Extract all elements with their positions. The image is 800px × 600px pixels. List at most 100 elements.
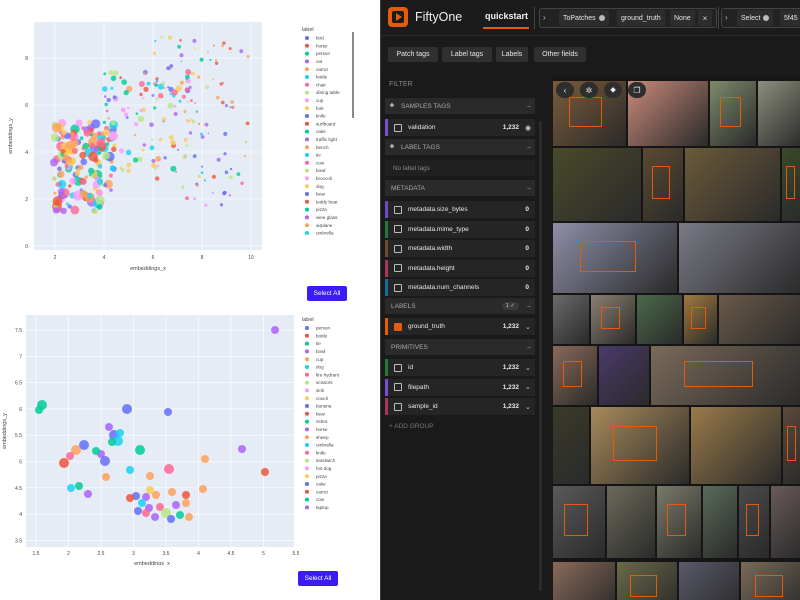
legend-swatch[interactable] [305,419,309,424]
chevron-down-icon[interactable]: ⌄ [525,383,535,391]
scatter-point[interactable] [198,123,201,125]
plot-2-svg[interactable]: 1.5 2 2.5 3 3.5 4 4.5 5 5.5 7.5 7 6.5 6 5.5 5 4.5 4 3.5 em… [0,305,380,565]
legend-swatch[interactable] [305,372,309,377]
scatter-point[interactable] [168,488,176,496]
scatter-point[interactable] [149,122,154,127]
legend-item[interactable]: airplane [316,223,333,228]
scatter-point[interactable] [102,473,110,481]
sample-thumbnail[interactable] [719,295,800,344]
scatter-point[interactable] [211,174,216,179]
sample-thumbnail[interactable] [553,562,615,600]
scatter-point[interactable] [126,494,134,502]
scatter-point[interactable] [109,165,116,172]
scatter-point[interactable] [102,120,107,125]
sample-thumbnail[interactable] [643,148,683,221]
info-icon[interactable] [598,15,605,21]
legend-swatch[interactable] [305,435,309,440]
back-icon[interactable]: ‹ [556,82,574,98]
sample-thumbnail[interactable] [657,486,701,558]
scatter-point[interactable] [166,66,171,71]
scatter-point[interactable] [92,209,98,214]
scatter-point[interactable] [139,109,143,113]
scatter-point[interactable] [153,106,157,110]
legend-item[interactable]: chair [316,82,326,87]
scatter-point[interactable] [245,121,250,126]
scatter-point[interactable] [105,109,109,113]
stage-select[interactable]: Select [737,10,774,26]
scatter-point[interactable] [158,137,163,142]
collapse-icon[interactable]: – [523,185,535,192]
scatter-point[interactable] [126,168,131,173]
sample-thumbnail[interactable] [771,486,800,558]
checkbox[interactable] [394,123,402,132]
sample-thumbnail[interactable] [703,486,737,558]
scatter-point[interactable] [138,499,146,507]
scatter-point[interactable] [158,93,164,99]
legend-item[interactable]: surfboard [316,121,336,126]
legend-swatch[interactable] [305,114,309,118]
scatter-point[interactable] [155,80,159,83]
field-metadata-height[interactable]: metadata.height 0 [385,259,535,277]
collapse-icon[interactable]: – [523,303,535,310]
scatter-point[interactable] [103,95,107,98]
scatter-point[interactable] [205,85,210,90]
scatter-point[interactable] [71,131,75,136]
checkbox-checked[interactable] [394,322,402,331]
stage-field-ground-truth[interactable]: ground_truth [617,10,665,26]
legend-swatch[interactable] [305,184,309,189]
labels-badge[interactable]: 1 ✓ [501,302,519,310]
scatter-point[interactable] [103,72,107,76]
scatter-point[interactable] [185,74,190,80]
scatter-point[interactable] [223,190,227,195]
scatter-point[interactable] [221,44,224,48]
scatter-point[interactable] [155,77,159,81]
legend-item[interactable]: horse [316,43,328,48]
scatter-point[interactable] [143,86,149,92]
legend-item[interactable]: person [316,51,330,56]
stage-none-value[interactable]: None [670,10,695,26]
scatter-point[interactable] [111,146,117,152]
scatter-point[interactable] [68,184,72,188]
scatter-point[interactable] [216,157,221,162]
scatter-point[interactable] [80,178,87,185]
scatter-point[interactable] [185,144,189,148]
scatter-point[interactable] [107,117,110,120]
scatter-point[interactable] [224,104,229,108]
scatter-point[interactable] [175,85,182,92]
field-ground-truth[interactable]: ground_truth 1,232 ⌄ [385,318,535,335]
scatter-point[interactable] [170,165,177,172]
scatter-point[interactable] [135,445,145,455]
scatter-point[interactable] [230,100,235,104]
scatter-point[interactable] [192,154,197,159]
chevron-down-icon[interactable]: ⌄ [525,403,535,411]
sample-thumbnail[interactable] [553,295,589,344]
legend-swatch[interactable] [305,106,309,111]
field-metadata-width[interactable]: metadata.width 0 [385,240,535,257]
checkbox[interactable] [394,283,402,292]
legend-swatch[interactable] [305,59,309,64]
group-primitives[interactable]: PRIMITIVES – [385,339,535,355]
info-icon[interactable] [763,15,770,21]
scatter-point[interactable] [52,176,57,182]
scatter-point[interactable] [146,486,154,494]
group-metadata[interactable]: METADATA – [385,180,535,196]
scatter-point[interactable] [200,135,205,139]
chevron-down-icon[interactable]: ⌄ [525,323,535,331]
legend-swatch[interactable] [305,160,309,165]
legend-swatch[interactable] [305,215,309,220]
sample-thumbnail[interactable] [651,346,800,405]
legend-item[interactable]: cup [316,357,324,362]
legend-swatch[interactable] [305,380,309,385]
plot-1-svg[interactable]: 2 4 6 8 10 8 6 4 2 0 embeddings_x embeddings_y label… [0,0,380,290]
sample-thumbnail[interactable] [783,407,800,484]
sample-thumbnail[interactable] [691,407,781,484]
scatter-point[interactable] [177,44,182,49]
scatter-point[interactable] [182,154,187,159]
legend-swatch[interactable] [305,482,309,486]
scatter-point[interactable] [102,86,108,92]
scatter-point[interactable] [164,408,172,416]
legend-swatch[interactable] [305,443,309,447]
scatter-point[interactable] [35,406,43,414]
legend-item[interactable]: bottle [316,75,328,80]
legend-swatch[interactable] [305,36,309,40]
